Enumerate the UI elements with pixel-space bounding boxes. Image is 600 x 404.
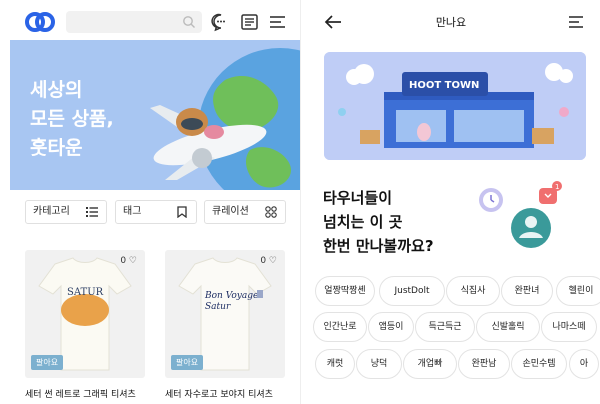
grid-icon xyxy=(265,206,277,218)
shirt-print-text: SATUR xyxy=(67,287,104,298)
menu-icon[interactable] xyxy=(566,12,586,32)
chip-label: 카테고리 xyxy=(33,206,70,217)
tag-pill[interactable]: 앱등이 xyxy=(368,312,414,342)
tag-pill[interactable]: JustDolt xyxy=(379,276,445,306)
product-title[interactable]: 세터 썬 레트로 그래픽 티셔츠 xyxy=(25,387,136,400)
search-input[interactable] xyxy=(66,11,202,33)
hero-banner[interactable]: 세상의 모든 상품, 훗타운 xyxy=(10,40,300,190)
tag-pill[interactable]: 냥덕 xyxy=(356,349,402,379)
tag-pill[interactable]: 인간난로 xyxy=(313,312,367,342)
chip-label: 큐레이션 xyxy=(212,206,249,217)
list-icon xyxy=(86,207,98,217)
tag-chip[interactable]: 태그 xyxy=(115,200,197,224)
hoottown-logo[interactable] xyxy=(25,10,55,34)
tag-pill[interactable]: 얼짱딱짱셴 xyxy=(315,276,375,306)
notification-count: 1 xyxy=(555,183,559,191)
tag-pill[interactable]: 득근득근 xyxy=(415,312,475,342)
tag-pill[interactable]: 나마스떼 xyxy=(541,312,597,342)
people-illustration: 1 xyxy=(479,181,562,248)
product-title[interactable]: 세터 자수로고 보야지 티셔츠 xyxy=(165,387,273,400)
menu-icon[interactable] xyxy=(268,12,288,32)
status-badge: 팔아요 xyxy=(31,355,64,370)
shop-home-screen: 세상의 모든 상품, 훗타운 카테고리 태그 큐레이션 SATUR 0 ♡ 팔아… xyxy=(0,0,300,404)
hoottown-store-banner[interactable]: HOOT TOWN xyxy=(324,52,586,160)
meet-screen: 만나요 HOOT TOWN 타우너들이 넘치는 이 곳 한번 만나볼까요? 1 … xyxy=(300,0,600,404)
chip-label: 태그 xyxy=(123,206,142,217)
tag-pill[interactable]: 개업빠 xyxy=(403,349,457,379)
like-number: 0 xyxy=(120,256,127,266)
bookmark-icon xyxy=(177,206,187,218)
heart-icon: ♡ xyxy=(268,256,277,266)
headline: 타우너들이 넘치는 이 곳 한번 만나볼까요? xyxy=(323,189,434,255)
like-count[interactable]: 0 ♡ xyxy=(260,256,277,266)
tag-pill[interactable]: 완판남 xyxy=(458,349,510,379)
tag-pill[interactable]: 캐럿 xyxy=(315,349,355,379)
curation-chip[interactable]: 큐레이션 xyxy=(204,200,286,224)
product-card[interactable]: SATUR 0 ♡ 팔아요 xyxy=(25,250,145,378)
store-illustration: HOOT TOWN xyxy=(324,52,586,160)
status-badge: 팔아요 xyxy=(171,355,204,370)
product-card[interactable]: Bon Voyage Satur 0 ♡ 팔아요 xyxy=(165,250,285,378)
like-count[interactable]: 0 ♡ xyxy=(120,256,137,266)
tag-pill[interactable]: 아 xyxy=(569,349,599,379)
store-sign: HOOT TOWN xyxy=(409,80,479,91)
heart-icon: ♡ xyxy=(128,256,137,266)
tag-pill[interactable]: 완판녀 xyxy=(501,276,553,306)
page-title: 만나요 xyxy=(435,16,467,29)
tag-pill[interactable]: 신발홀릭 xyxy=(476,312,540,342)
feed-icon[interactable] xyxy=(239,12,259,32)
search-icon[interactable] xyxy=(182,15,196,29)
tag-pill[interactable]: 손민수템 xyxy=(511,349,567,379)
like-number: 0 xyxy=(260,256,267,266)
chat-icon[interactable] xyxy=(211,12,231,32)
tag-pill[interactable]: 식집사 xyxy=(446,276,500,306)
hero-title: 세상의 모든 상품, 훗타운 xyxy=(30,79,114,159)
tag-pill[interactable]: 헬린이 xyxy=(556,276,600,306)
category-chip[interactable]: 카테고리 xyxy=(25,200,107,224)
